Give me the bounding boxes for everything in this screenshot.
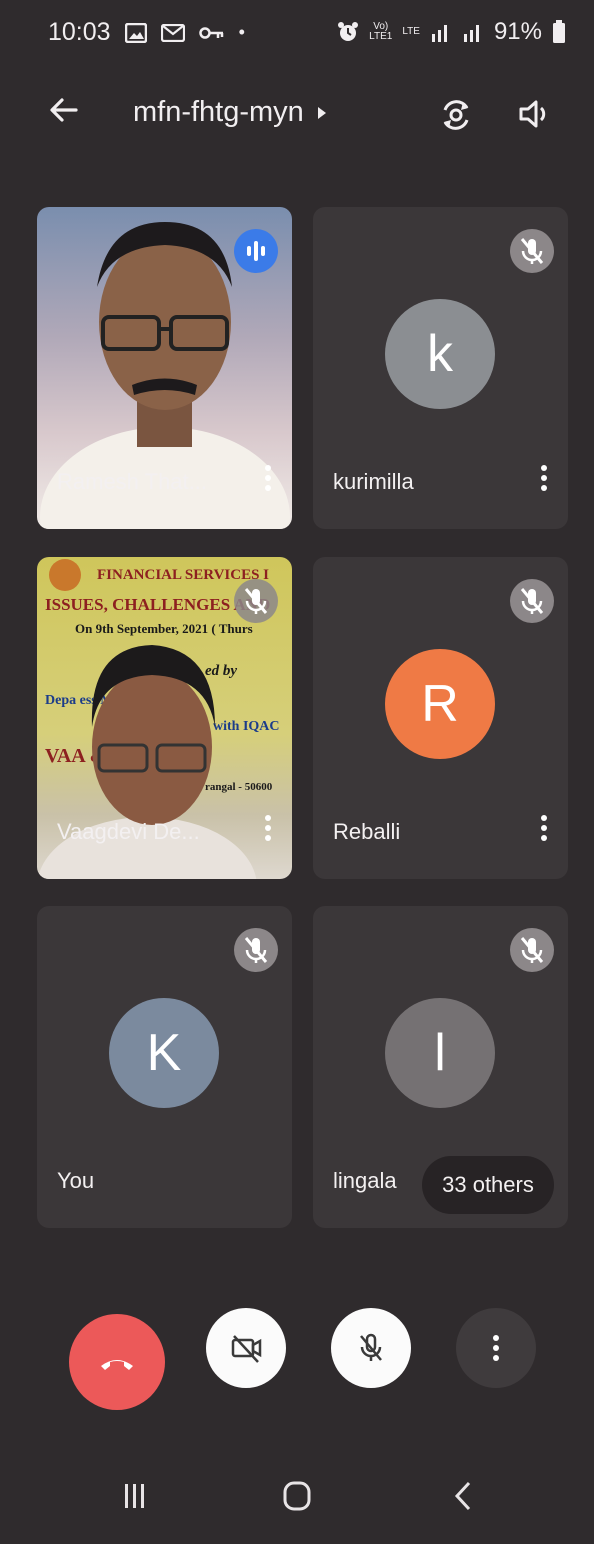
camera-off-icon: [231, 1335, 262, 1363]
others-participants-button[interactable]: 33 others: [422, 1156, 554, 1214]
participant-name: Ramesh That...: [57, 469, 207, 494]
alarm-icon: [338, 22, 359, 41]
avatar: l: [385, 998, 495, 1108]
dot-icon: •: [238, 22, 245, 42]
gallery-icon: [124, 22, 147, 43]
back-arrow-icon[interactable]: [46, 92, 82, 128]
key-icon: [198, 26, 223, 39]
participant-name: lingala: [333, 1168, 397, 1193]
back-icon[interactable]: [452, 1480, 474, 1512]
more-options-icon[interactable]: [534, 811, 554, 851]
mic-off-icon: [510, 229, 554, 273]
more-options-button[interactable]: [456, 1308, 536, 1388]
participant-name: Vaagdevi De...: [57, 819, 200, 844]
avatar: k: [385, 299, 495, 409]
switch-camera-icon[interactable]: [437, 96, 475, 134]
more-options-icon[interactable]: [534, 461, 554, 501]
status-right: Vo) LTE1 LTE 91%: [337, 18, 566, 46]
status-time: 10:03: [48, 18, 111, 46]
meeting-header: mfn-fhtg-myn: [0, 86, 594, 148]
mic-off-icon: [510, 928, 554, 972]
home-icon[interactable]: [282, 1480, 312, 1512]
signal-icon: [431, 25, 447, 42]
status-left: 10:03 •: [48, 18, 245, 47]
more-options-icon[interactable]: [258, 811, 278, 851]
participant-name: You: [57, 1168, 95, 1193]
meeting-code-text: mfn-fhtg-myn: [133, 96, 304, 128]
call-controls: [0, 1296, 594, 1416]
participant-tile-reballi[interactable]: R Reballi: [313, 557, 568, 879]
avatar: K: [109, 998, 219, 1108]
participant-name: kurimilla: [333, 469, 414, 494]
participant-name: Reballi: [333, 819, 401, 844]
battery-icon: [553, 20, 565, 43]
phone-hangup-icon: [101, 1360, 133, 1370]
participant-tile-vaagdevi[interactable]: FINANCIAL SERVICES I ISSUES, CHALLENGES …: [37, 557, 292, 879]
meeting-code[interactable]: mfn-fhtg-myn: [133, 96, 328, 129]
participant-tile-ramesh[interactable]: Ramesh That...: [37, 207, 292, 529]
more-options-icon[interactable]: [258, 461, 278, 501]
recent-apps-icon[interactable]: [122, 1480, 148, 1512]
more-vertical-icon: [493, 1335, 499, 1361]
status-bar: 10:03 • Vo) LTE1 LTE 91%: [0, 0, 594, 70]
mic-off-icon: [360, 1333, 382, 1361]
mic-off-icon: [510, 579, 554, 623]
caret-right-icon: [317, 106, 326, 119]
mic-off-icon: [234, 928, 278, 972]
end-call-button[interactable]: [69, 1314, 165, 1410]
signal-icon-2: [463, 25, 479, 42]
volte-icon: Vo) LTE1: [369, 21, 393, 42]
participant-tile-kurimilla[interactable]: k kurimilla: [313, 207, 568, 529]
avatar: R: [385, 649, 495, 759]
speaker-icon[interactable]: [516, 96, 552, 132]
gmail-icon: [160, 23, 185, 42]
system-navigation-bar: [0, 1462, 594, 1532]
speaking-indicator-icon: [234, 229, 278, 273]
microphone-toggle-button[interactable]: [331, 1308, 411, 1388]
mic-off-icon: [234, 579, 278, 623]
participant-tile-self[interactable]: K You: [37, 906, 292, 1228]
camera-toggle-button[interactable]: [206, 1308, 286, 1388]
network-type: LTE: [402, 26, 420, 37]
battery-percent: 91%: [493, 18, 542, 45]
